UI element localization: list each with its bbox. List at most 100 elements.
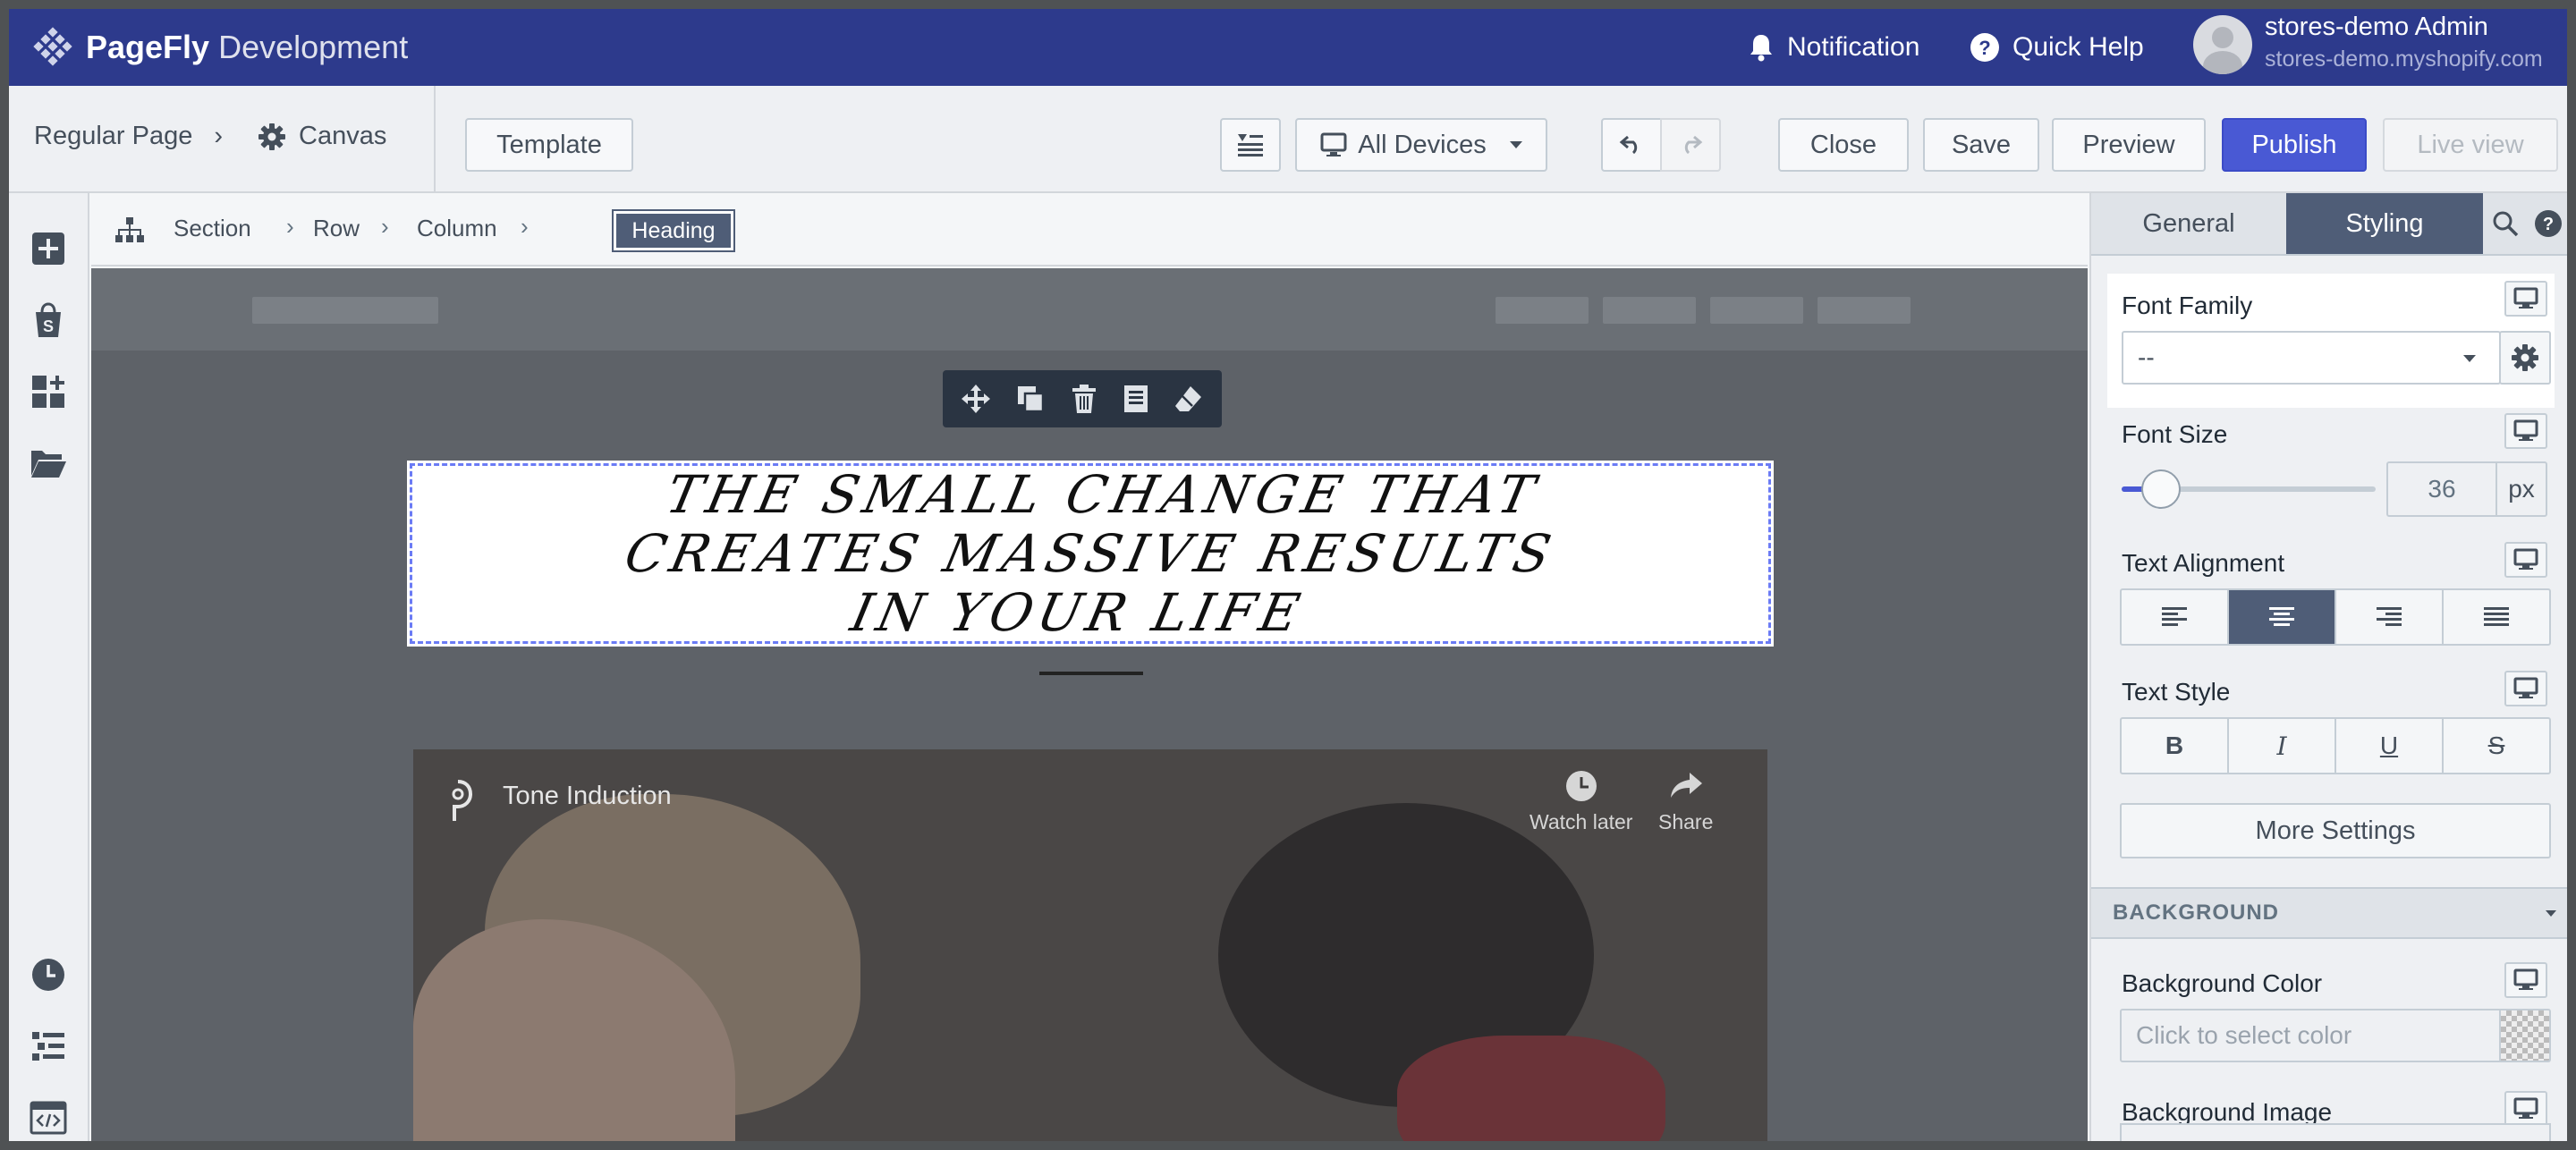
avatar[interactable] [2193, 15, 2252, 74]
breadcrumb-column[interactable]: Column [417, 215, 497, 242]
heading-line: CREATES MASSIVE RESULTS [619, 523, 1562, 584]
device-toggle-button[interactable] [2504, 542, 2547, 578]
background-color-input[interactable]: Click to select color [2120, 1009, 2501, 1062]
page-type-menu[interactable]: Regular Page › [34, 122, 223, 151]
app-logo[interactable]: PageFly Development [32, 27, 408, 68]
font-family-select[interactable]: -- [2122, 331, 2501, 385]
font-family-label: Font Family [2122, 292, 2253, 319]
slider-handle[interactable] [2141, 469, 2181, 509]
device-toggle-button[interactable] [2504, 962, 2547, 998]
canvas-settings-button[interactable]: Canvas [258, 122, 386, 151]
device-select-label: All Devices [1358, 130, 1487, 159]
background-color-label: Background Color [2122, 969, 2323, 997]
placeholder-nav-item [1603, 297, 1696, 324]
device-toggle-button[interactable] [2504, 1091, 2547, 1127]
publish-button[interactable]: Publish [2222, 118, 2367, 172]
video-scene-shape [1397, 1036, 1665, 1141]
channel-logo-icon[interactable] [440, 778, 476, 824]
grid-plus-icon [32, 376, 64, 408]
heading-element[interactable]: THE SMALL CHANGE THAT CREATES MASSIVE RE… [407, 461, 1774, 647]
code-editor-button[interactable] [29, 1098, 68, 1137]
duplicate-icon[interactable] [1014, 383, 1046, 415]
more-settings-button[interactable]: More Settings [2120, 803, 2551, 858]
list-icon [32, 1032, 64, 1061]
canvas-label: Canvas [299, 122, 387, 150]
eraser-icon[interactable] [1173, 383, 1205, 415]
placeholder-nav-item [1710, 297, 1803, 324]
folder-open-icon [31, 451, 66, 478]
font-settings-button[interactable] [2499, 331, 2551, 385]
sections-button[interactable] [29, 372, 68, 411]
search-icon [2493, 211, 2519, 237]
italic-button[interactable]: I [2229, 719, 2336, 773]
strikethrough-button[interactable]: S [2444, 719, 2549, 773]
styling-panel: General Styling ? Font Family -- Font Si… [2089, 193, 2567, 1141]
device-toggle-button[interactable] [2504, 281, 2547, 317]
font-size-slider[interactable] [2122, 469, 2376, 509]
monitor-icon [2513, 419, 2538, 441]
color-swatch[interactable] [2499, 1009, 2551, 1062]
align-center-button[interactable] [2229, 590, 2336, 644]
panel-help-button[interactable]: ? [2528, 193, 2567, 254]
add-element-button[interactable] [29, 229, 68, 268]
editor-canvas[interactable]: THE SMALL CHANGE THAT CREATES MASSIVE RE… [91, 268, 2088, 1141]
font-size-input[interactable]: 36 [2386, 461, 2497, 517]
shopping-bag-icon: S [36, 302, 61, 337]
shopify-elements-button[interactable]: S [29, 300, 68, 340]
heading-divider [1039, 672, 1143, 675]
text-lines-icon [1238, 134, 1263, 156]
align-justify-button[interactable] [2444, 590, 2549, 644]
placeholder-logo [252, 297, 438, 324]
editor-toolbar: Regular Page › Canvas Template All Devic… [9, 86, 2567, 193]
video-title[interactable]: Tone Induction [503, 782, 672, 811]
quick-help-button[interactable]: ? Quick Help [1970, 27, 2144, 68]
monitor-icon [2513, 287, 2538, 309]
template-button[interactable]: Template [465, 118, 633, 172]
clock-icon [1565, 771, 1597, 801]
plus-square-icon [32, 233, 64, 265]
trash-icon[interactable] [1070, 383, 1098, 415]
save-section-icon[interactable] [1122, 383, 1150, 415]
breadcrumb-heading[interactable]: Heading [612, 209, 735, 252]
breadcrumb-row[interactable]: Row [313, 215, 360, 242]
panel-search-button[interactable] [2483, 193, 2528, 254]
caret-down-icon [1509, 141, 1522, 148]
share-button[interactable]: Share [1658, 769, 1713, 834]
redo-button[interactable] [1660, 118, 1721, 172]
saved-files-button[interactable] [29, 444, 68, 483]
save-button[interactable]: Save [1923, 118, 2039, 172]
video-embed[interactable]: Tone Induction Watch later Share [413, 749, 1767, 1141]
font-size-unit[interactable]: px [2496, 461, 2547, 517]
background-image-input[interactable] [2120, 1123, 2551, 1141]
notification-button[interactable]: Notification [1748, 27, 1919, 68]
history-button[interactable] [29, 955, 68, 994]
watch-later-button[interactable]: Watch later [1530, 769, 1632, 834]
underline-button[interactable]: U [2336, 719, 2444, 773]
svg-text:?: ? [2543, 215, 2554, 234]
device-select[interactable]: All Devices [1295, 118, 1547, 172]
device-toggle-button[interactable] [2504, 671, 2547, 706]
bold-button[interactable]: B [2122, 719, 2229, 773]
background-section-header[interactable]: BACKGROUND [2091, 887, 2567, 939]
placeholder-nav-item [1496, 297, 1589, 324]
align-left-icon [2162, 607, 2187, 626]
notification-label: Notification [1787, 32, 1920, 62]
preview-button[interactable]: Preview [2052, 118, 2206, 172]
device-toggle-button[interactable] [2504, 413, 2547, 449]
sitemap-icon[interactable] [114, 216, 145, 243]
breadcrumb-section[interactable]: Section [174, 215, 251, 242]
align-justify-icon [2484, 607, 2509, 626]
tab-general[interactable]: General [2091, 193, 2286, 254]
layers-toggle-button[interactable] [1220, 118, 1281, 172]
align-left-button[interactable] [2122, 590, 2229, 644]
heading-text[interactable]: THE SMALL CHANGE THAT CREATES MASSIVE RE… [607, 464, 1574, 643]
tab-styling[interactable]: Styling [2286, 193, 2483, 254]
undo-button[interactable] [1601, 118, 1662, 172]
chevron-right-icon: › [214, 122, 224, 150]
move-icon[interactable] [960, 383, 992, 415]
align-right-button[interactable] [2336, 590, 2444, 644]
close-button[interactable]: Close [1778, 118, 1909, 172]
live-view-button[interactable]: Live view [2383, 118, 2558, 172]
outline-button[interactable] [29, 1027, 68, 1066]
align-center-icon [2269, 607, 2294, 626]
